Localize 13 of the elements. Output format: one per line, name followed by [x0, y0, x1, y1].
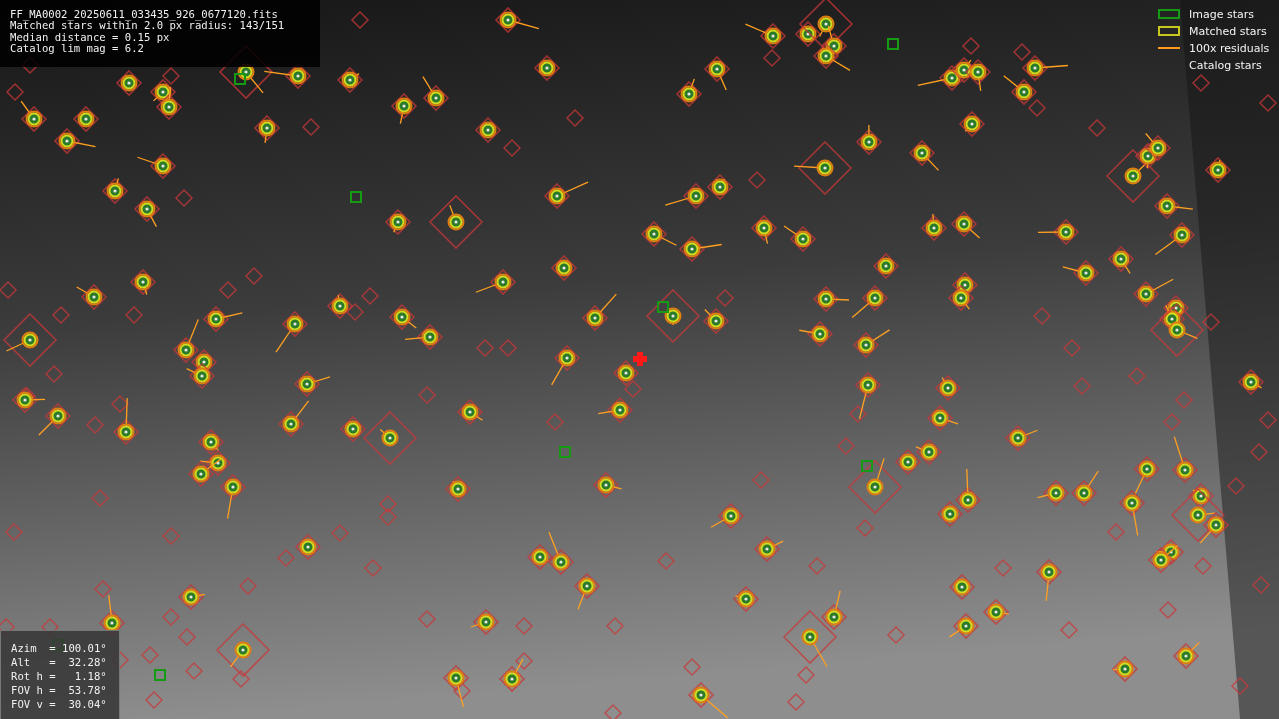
- pointing-text: FOV v = 30.04°: [11, 697, 108, 712]
- legend-label: 100x residuals: [1189, 41, 1270, 55]
- info-text: Catalog lim mag = 6.2: [10, 42, 145, 55]
- pointing-text: Alt = 32.28°: [11, 655, 108, 670]
- pointing-text: FOV h = 53.78°: [11, 683, 108, 698]
- info-text: Median distance = 0.15 px: [10, 31, 170, 43]
- info-text: Matched stars within 2.0 px radius: 143/151: [10, 20, 286, 32]
- legend-label: Matched stars: [1189, 24, 1267, 38]
- legend-label: Image stars: [1189, 7, 1254, 21]
- pointing-text: Rot h = 1.18°: [11, 669, 108, 684]
- info-text: FF_MA0002_20250611_033435_926_0677120.fits: [10, 9, 278, 21]
- pointing-text: Azim = 100.01°: [11, 641, 108, 656]
- legend-label: Catalog stars: [1189, 58, 1262, 72]
